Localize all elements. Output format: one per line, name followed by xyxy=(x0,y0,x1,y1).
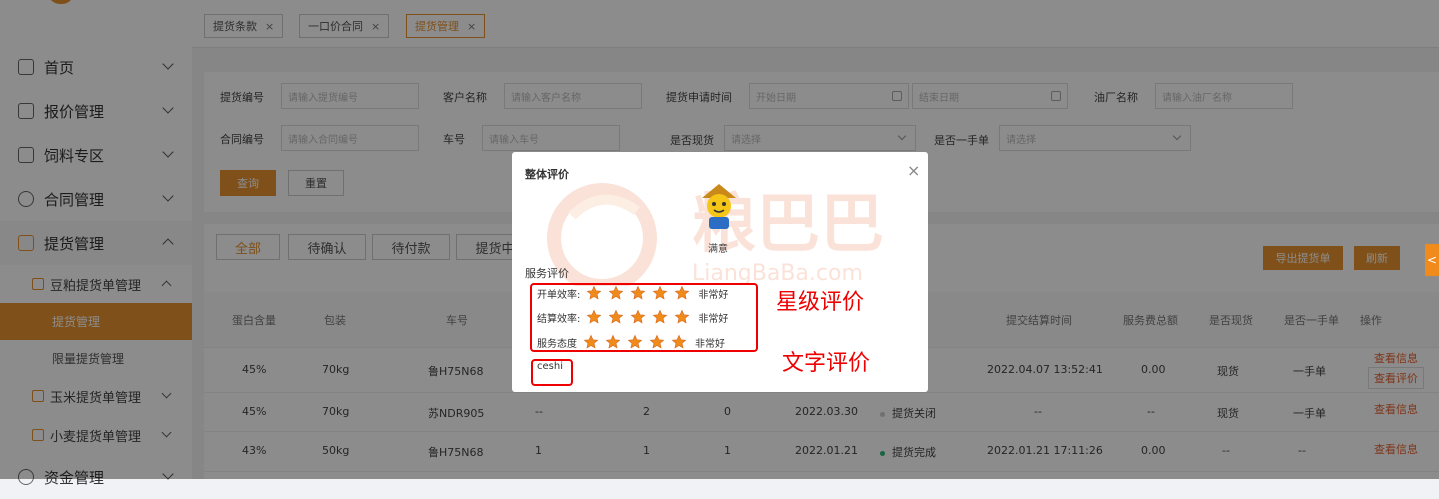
mascot-icon xyxy=(702,184,736,229)
annotation-text-rating: 文字评价 xyxy=(782,351,871,376)
modal-title: 整体评价 xyxy=(525,168,569,181)
annotation-box-stars xyxy=(530,283,758,352)
collapse-toggle[interactable]: < xyxy=(1425,244,1439,276)
close-icon[interactable]: × xyxy=(907,161,920,180)
annotation-box-text xyxy=(531,359,573,386)
service-rating-title: 服务评价 xyxy=(525,267,569,280)
overall-rating-text: 满意 xyxy=(708,244,728,255)
annotation-star-rating: 星级评价 xyxy=(776,290,865,315)
